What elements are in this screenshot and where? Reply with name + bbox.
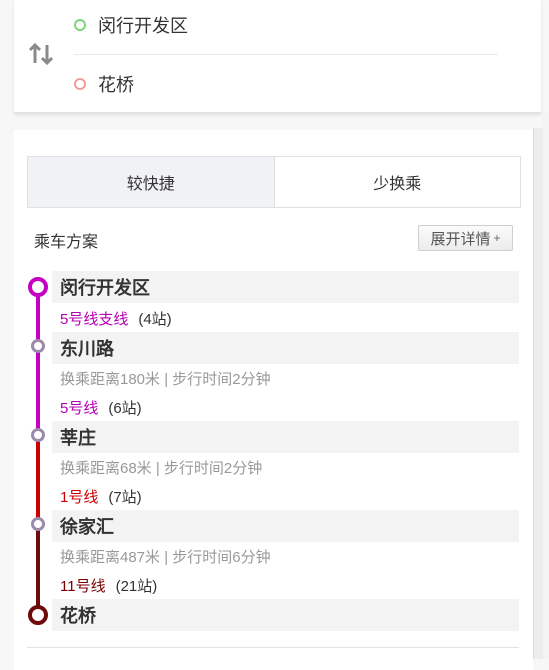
field-divider xyxy=(74,54,498,55)
scrollbar[interactable] xyxy=(533,128,543,659)
line11-segment xyxy=(36,524,40,614)
stop-count: (21站) xyxy=(115,578,158,595)
route-input-card: 闵行开发区 花桥 xyxy=(14,0,541,113)
transfer-info: 换乘距离180米 | 步行时间2分钟 xyxy=(60,371,271,388)
destination-dot-icon xyxy=(74,78,86,90)
station-name: 徐家汇 xyxy=(60,517,114,538)
ride-info: 1号线 (7站) xyxy=(60,486,142,507)
transfer-info: 换乘距离487米 | 步行时间6分钟 xyxy=(60,549,271,566)
plan-title: 乘车方案 xyxy=(34,234,99,251)
origin-field[interactable]: 闵行开发区 xyxy=(74,5,188,45)
swap-icon[interactable] xyxy=(28,42,54,66)
destination-text: 花桥 xyxy=(98,75,134,95)
expand-details-button[interactable]: 展开详情 + xyxy=(418,225,513,251)
expand-details-label: 展开详情 xyxy=(430,230,491,248)
tab-faster[interactable]: 较快捷 xyxy=(28,157,275,207)
origin-station-icon xyxy=(28,277,48,297)
line1-segment xyxy=(36,435,40,524)
line-name: 11号线 xyxy=(60,578,106,595)
line-name: 5号线 xyxy=(60,400,99,417)
stop-count: (7站) xyxy=(108,489,142,506)
ride-info: 5号线 (6站) xyxy=(60,397,142,418)
station-name: 莘庄 xyxy=(60,428,96,449)
station-row[interactable]: 东川路 xyxy=(52,332,519,364)
station-name: 花桥 xyxy=(60,606,96,627)
line-name: 5号线支线 xyxy=(60,311,129,328)
plus-icon: + xyxy=(493,231,501,245)
station-name: 闵行开发区 xyxy=(60,278,150,299)
station-row[interactable]: 闵行开发区 xyxy=(52,271,519,303)
destination-station-icon xyxy=(28,605,48,625)
origin-text: 闵行开发区 xyxy=(98,16,188,36)
background-sliver xyxy=(543,112,549,659)
line5-segment xyxy=(36,345,40,435)
station-row[interactable]: 徐家汇 xyxy=(52,510,519,542)
origin-dot-icon xyxy=(74,19,86,31)
tab-fewer-transfers[interactable]: 少换乘 xyxy=(275,157,521,207)
ride-info: 11号线 (21站) xyxy=(60,575,157,596)
destination-field[interactable]: 花桥 xyxy=(74,64,134,104)
transfer-station-icon xyxy=(31,339,45,353)
results-panel: 较快捷 少换乘 乘车方案 展开详情 + 闵行开发区 5号线支线 (4站) 东川路 … xyxy=(14,130,533,670)
transfer-station-icon xyxy=(31,428,45,442)
ride-info: 5号线支线 (4站) xyxy=(60,308,172,329)
station-row[interactable]: 花桥 xyxy=(52,599,519,631)
stop-count: (4站) xyxy=(138,311,172,328)
plan-tabs: 较快捷 少换乘 xyxy=(27,156,521,208)
transfer-station-icon xyxy=(31,517,45,531)
summary-divider xyxy=(27,647,519,648)
line-name: 1号线 xyxy=(60,489,99,506)
station-name: 东川路 xyxy=(60,339,114,360)
station-row[interactable]: 莘庄 xyxy=(52,421,519,453)
transfer-info: 换乘距离68米 | 步行时间2分钟 xyxy=(60,460,263,477)
stop-count: (6站) xyxy=(108,400,142,417)
